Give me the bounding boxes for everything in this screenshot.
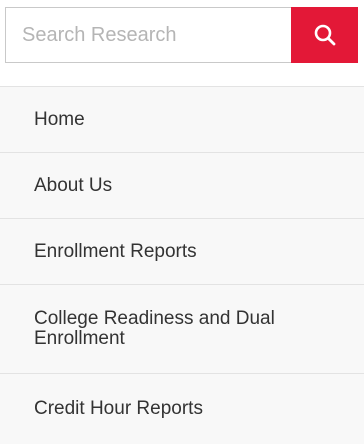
nav-item-label: College Readiness and Dual Enrollment (34, 308, 275, 349)
nav-item-about-us[interactable]: About Us (0, 153, 364, 219)
sidebar-nav: Home About Us Enrollment Reports College… (0, 86, 364, 444)
nav-item-enrollment-reports[interactable]: Enrollment Reports (0, 219, 364, 285)
nav-item-label: About Us (34, 174, 113, 196)
search-input[interactable] (5, 7, 291, 63)
search-icon (313, 23, 337, 47)
nav-item-college-readiness[interactable]: College Readiness and Dual Enrollment (0, 285, 364, 374)
nav-item-home[interactable]: Home (0, 87, 364, 153)
nav-item-label: Credit Hour Reports (34, 398, 203, 419)
nav-item-label: Home (34, 108, 85, 130)
nav-item-credit-hour-reports[interactable]: Credit Hour Reports (0, 374, 364, 444)
nav-item-label: Enrollment Reports (34, 240, 197, 262)
search-button[interactable] (291, 7, 358, 63)
search-bar (5, 7, 358, 63)
